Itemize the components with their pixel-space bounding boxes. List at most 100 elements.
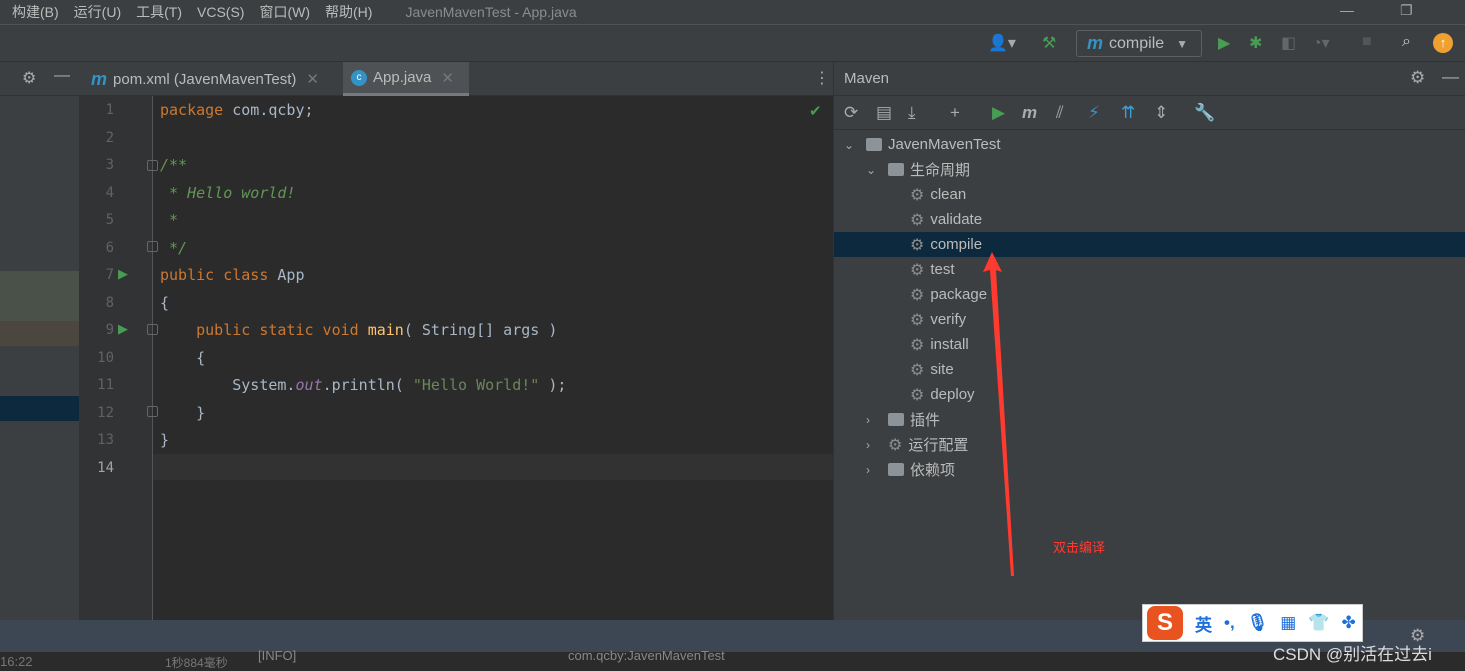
run-gutter-icon[interactable]: ▶ [118,321,128,337]
tree-phase-clean[interactable]: ⚙ clean [834,182,1465,207]
fold-icon[interactable] [147,406,158,417]
main-toolbar: 👤▾ ⚒ m compile ▼ ▶ ✱ ◧ ◔▾ ■ ⌕ ↑ [0,25,1465,62]
fold-icon[interactable] [147,160,158,171]
menu-build[interactable]: 构建(B) [12,2,59,22]
tree-label: verify [930,311,967,328]
execute-goal-icon[interactable]: m [1022,103,1037,123]
menu-window[interactable]: 窗口(W) [259,2,310,22]
maven-project-icon [866,138,882,151]
tab-label: pom.xml (JavenMavenTest) [113,70,297,88]
tree-phase-site[interactable]: ⚙ site [834,357,1465,382]
line-number: 14 [97,459,114,476]
line-number: 1 [105,102,114,118]
code-line: { [160,349,206,367]
apps-icon[interactable]: ✤ [1342,613,1356,633]
update-icon[interactable]: ↑ [1433,33,1453,53]
toggle-offline-icon[interactable]: ⫽ [1056,103,1064,123]
wrench-icon[interactable]: 🔧 [1194,103,1215,123]
skin-icon[interactable]: 👕 [1308,613,1329,633]
close-icon[interactable]: ✕ [306,70,319,88]
run-icon[interactable]: ▶ [1218,33,1230,53]
run-duration: 1秒884毫秒 [165,656,228,670]
dependencies-icon [888,463,904,476]
chevron-down-icon[interactable]: ⌄ [866,163,880,177]
more-icon[interactable]: ⋮ [814,68,830,88]
collapse-all-icon[interactable]: ⇕ [1154,103,1168,123]
current-line [153,454,833,480]
menu-help[interactable]: 帮助(H) [325,2,372,22]
generate-sources-icon[interactable]: ▤ [876,103,892,123]
code-line: package com.qcby; [160,101,314,119]
debug-icon[interactable]: ✱ [1249,33,1262,53]
tree-phase-deploy[interactable]: ⚙ deploy [834,382,1465,407]
hide-icon[interactable]: — [1442,67,1459,87]
code-line: public class App [160,266,305,284]
lifecycle-folder-icon [888,163,904,176]
code-line: */ [160,239,188,257]
log-line: [INFO] [258,648,297,663]
restore-icon[interactable]: ❐ [1400,2,1413,19]
annotation-arrow [983,252,1014,576]
run-icon[interactable]: ▶ [992,103,1005,123]
microphone-icon[interactable]: 🎙 [1247,613,1269,633]
window-title: JavenMavenTest - App.java [405,4,577,20]
fold-icon[interactable] [147,324,158,335]
tree-phase-compile[interactable]: ⚙ compile [834,232,1465,257]
settings-gear-icon[interactable]: ⚙ [1410,68,1425,88]
tree-lifecycle[interactable]: ⌄ 生命周期 [834,157,1465,182]
run-config-select[interactable]: m compile ▼ [1076,30,1202,57]
gear-icon: ⚙ [910,186,925,204]
profile-icon[interactable]: ◔▾ [1312,33,1330,53]
ime-mode[interactable]: 英 [1195,611,1212,636]
build-hammer-icon[interactable]: ⚒ [1042,33,1056,53]
tree-plugins[interactable]: › 插件 [834,407,1465,432]
ime-toolbar[interactable]: S 英 •, 🎙 ▦ 👕 ✤ [1142,604,1363,642]
tree-project[interactable]: ⌄ JavenMavenTest [834,132,1465,157]
add-icon[interactable]: + [950,103,960,123]
minimize-icon[interactable]: — [1340,2,1354,18]
tree-label: clean [930,186,967,203]
hide-icon[interactable]: — [54,67,70,85]
download-icon[interactable]: ⤓ [908,103,916,123]
vcs-users-icon[interactable]: 👤▾ [988,33,1016,53]
menu-tools[interactable]: 工具(T) [136,2,182,22]
lifecycle-folder-icon [888,413,904,426]
tab-pom-xml[interactable]: m pom.xml (JavenMavenTest) ✕ [83,62,327,96]
run-gutter-icon[interactable]: ▶ [118,266,128,282]
chevron-right-icon[interactable]: › [866,463,880,477]
fold-icon[interactable] [147,241,158,252]
menu-vcs[interactable]: VCS(S) [197,4,244,20]
stop-icon[interactable]: ■ [1362,33,1372,51]
chevron-down-icon[interactable]: ⌄ [844,138,858,152]
tree-label: JavenMavenTest [888,136,1001,153]
search-icon[interactable]: ⌕ [1402,33,1411,51]
tree-phase-verify[interactable]: ⚙ verify [834,307,1465,332]
tree-phase-install[interactable]: ⚙ install [834,332,1465,357]
keyboard-icon[interactable]: ▦ [1280,613,1296,633]
tree-label: 插件 [910,412,941,429]
gear-icon: ⚙ [910,361,925,379]
menu-run[interactable]: 运行(U) [74,2,121,22]
line-number: 13 [97,432,114,448]
watermark: CSDN @别活在过去i [1273,645,1432,664]
tab-app-java[interactable]: c App.java ✕ [343,62,469,96]
gear-icon: ⚙ [910,336,925,354]
close-icon[interactable]: ✕ [441,69,454,87]
tree-phase-package[interactable]: ⚙ package [834,282,1465,307]
coverage-icon[interactable]: ◧ [1281,33,1296,53]
tree-phase-test[interactable]: ⚙ test [834,257,1465,282]
show-dependencies-icon[interactable]: ⇈ [1121,103,1135,123]
tree-run_configs[interactable]: › ⚙ 运行配置 [834,432,1465,457]
skip-tests-icon[interactable]: ⚡ [1088,103,1100,123]
reload-icon[interactable]: ⟳ [844,103,858,123]
tree-phase-validate[interactable]: ⚙ validate [834,207,1465,232]
code-line: { [160,294,170,312]
settings-gear-icon[interactable]: ⚙ [22,68,36,88]
code-line: /** [160,156,188,174]
chevron-right-icon[interactable]: › [866,438,880,452]
code-line: } [160,431,170,449]
code-editor[interactable]: ✔ [153,96,833,620]
tree-dependencies[interactable]: › 依赖项 [834,457,1465,482]
ime-punct[interactable]: •, [1224,613,1235,633]
chevron-right-icon[interactable]: › [866,413,880,427]
